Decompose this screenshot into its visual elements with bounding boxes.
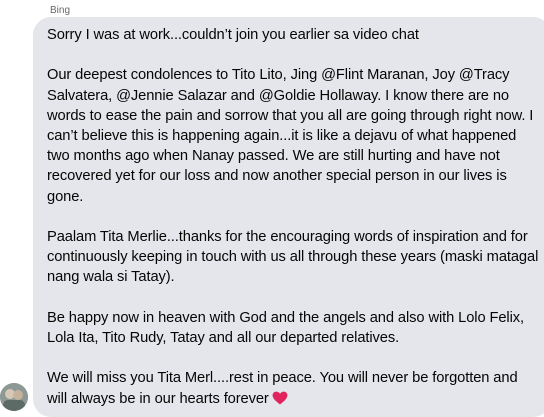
sender-name: Bing [50,5,71,16]
message-paragraph-5: We will miss you Tita Merl....rest in pe… [47,368,539,408]
condolence-text: Our deepest condolences to Tito Lito, Ji… [47,67,534,205]
heart-icon [272,391,288,405]
message-paragraph-4: Be happy now in heaven with God and the … [47,309,524,346]
message-bubble[interactable]: Sorry I was at work...couldn’t join you … [33,17,544,417]
message-paragraph-1: Sorry I was at work...couldn’t join you … [47,27,419,43]
avatar[interactable] [0,383,28,411]
message-paragraph-3: Paalam Tita Merlie...thanks for the enco… [47,229,539,286]
message-paragraph-2: Our deepest condolences to Tito Lito, Ji… [47,65,539,206]
